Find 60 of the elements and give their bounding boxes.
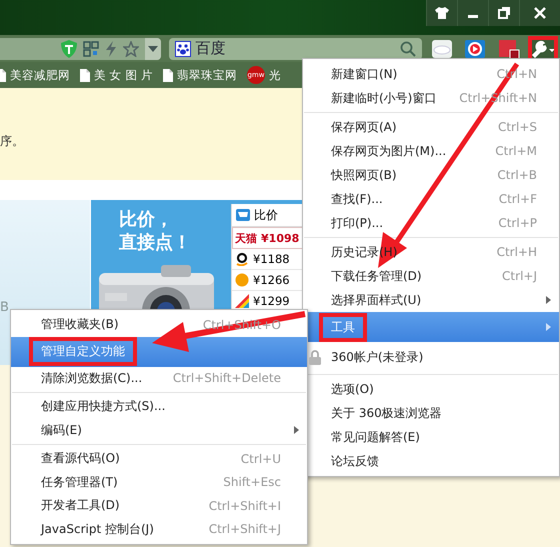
- menu-item[interactable]: 开发者工具(D) Ctrl+Shift+I: [11, 494, 307, 518]
- shortcut-text: Ctrl+U: [240, 452, 281, 466]
- shop-name: 天猫: [235, 230, 258, 246]
- page-text: 序。: [0, 133, 24, 150]
- cart-icon: [235, 208, 252, 222]
- shortcut-text: Ctrl+H: [496, 245, 537, 259]
- close-icon[interactable]: [519, 0, 560, 26]
- star-icon[interactable]: [123, 40, 140, 56]
- menu-item[interactable]: 下载任务管理(D) Ctrl+J: [303, 264, 559, 288]
- shortcut-text: Ctrl+B: [497, 168, 537, 182]
- menu-item[interactable]: 选择界面样式(U): [303, 288, 559, 312]
- shortcut-text: Ctrl+Shift+Delete: [172, 371, 281, 386]
- price-text: ¥1299: [253, 294, 290, 308]
- shortcut-text: Ctrl+M: [495, 144, 537, 158]
- panel-title: 比价: [254, 206, 278, 224]
- menu-item[interactable]: 任务管理器(T) Shift+Esc: [11, 470, 307, 494]
- submenu-arrow-icon: [546, 296, 551, 304]
- minimize-icon[interactable]: [457, 0, 488, 26]
- dropdown-button[interactable]: [145, 38, 162, 60]
- menu-item[interactable]: 快照网页(B) Ctrl+B: [303, 163, 559, 187]
- page-icon: [162, 68, 173, 82]
- skin-icon[interactable]: [426, 0, 457, 26]
- shortcut-text: Ctrl+S: [498, 120, 537, 134]
- menu-item[interactable]: 保存网页(A) Ctrl+S: [303, 115, 559, 139]
- shield-icon[interactable]: [61, 40, 78, 58]
- price-text: ¥1188: [253, 252, 290, 266]
- shortcut-text: Ctrl+P: [498, 216, 537, 230]
- search-input[interactable]: 百度: [195, 40, 396, 58]
- price-text: ¥1098: [261, 232, 300, 244]
- bookmark-item[interactable]: 光: [268, 68, 281, 82]
- shop-icon: [235, 273, 250, 287]
- qr-code-icon[interactable]: [83, 40, 100, 56]
- shortcut-text: Ctrl+F: [498, 192, 537, 206]
- price-text: ¥1266: [253, 273, 290, 287]
- menu-item[interactable]: 历史记录(H) Ctrl+H: [303, 240, 559, 264]
- page-icon: [80, 68, 90, 82]
- page-text: B: [0, 300, 9, 315]
- address-field[interactable]: [0, 38, 162, 60]
- shop-icon: [235, 294, 250, 308]
- submenu-arrow-icon: [546, 323, 551, 331]
- shop-icon: [235, 252, 250, 266]
- paw-icon: [175, 40, 192, 56]
- shortcut-text: Ctrl+J: [502, 269, 537, 283]
- ad-headline: 直接点！: [119, 231, 192, 254]
- caret-icon: [148, 46, 158, 52]
- ad-headline: 比价，: [119, 208, 174, 231]
- bookmark-item[interactable]: 美 女 图 片: [94, 68, 153, 82]
- menu-item[interactable]: 查找(F)... Ctrl+F: [303, 187, 559, 211]
- search-field[interactable]: 百度: [169, 38, 422, 60]
- shortcut-text: Shift+Esc: [223, 475, 281, 490]
- bookmark-item[interactable]: 翡翠珠宝网: [176, 68, 237, 82]
- menu-item[interactable]: 保存网页为图片(M)... Ctrl+M: [303, 139, 559, 163]
- shortcut-text: Ctrl+Shift+J: [208, 522, 281, 536]
- shortcut-text: Ctrl+Shift+I: [208, 498, 281, 513]
- submenu-arrow-icon: [294, 426, 299, 434]
- menu-item[interactable]: 打印(P)... Ctrl+P: [303, 211, 559, 235]
- search-icon[interactable]: [400, 40, 416, 56]
- menu-item[interactable]: JavaScript 控制台(J) Ctrl+Shift+J: [11, 518, 307, 541]
- bookmark-item[interactable]: 美容减肥网: [10, 68, 70, 82]
- restore-icon[interactable]: [488, 0, 519, 26]
